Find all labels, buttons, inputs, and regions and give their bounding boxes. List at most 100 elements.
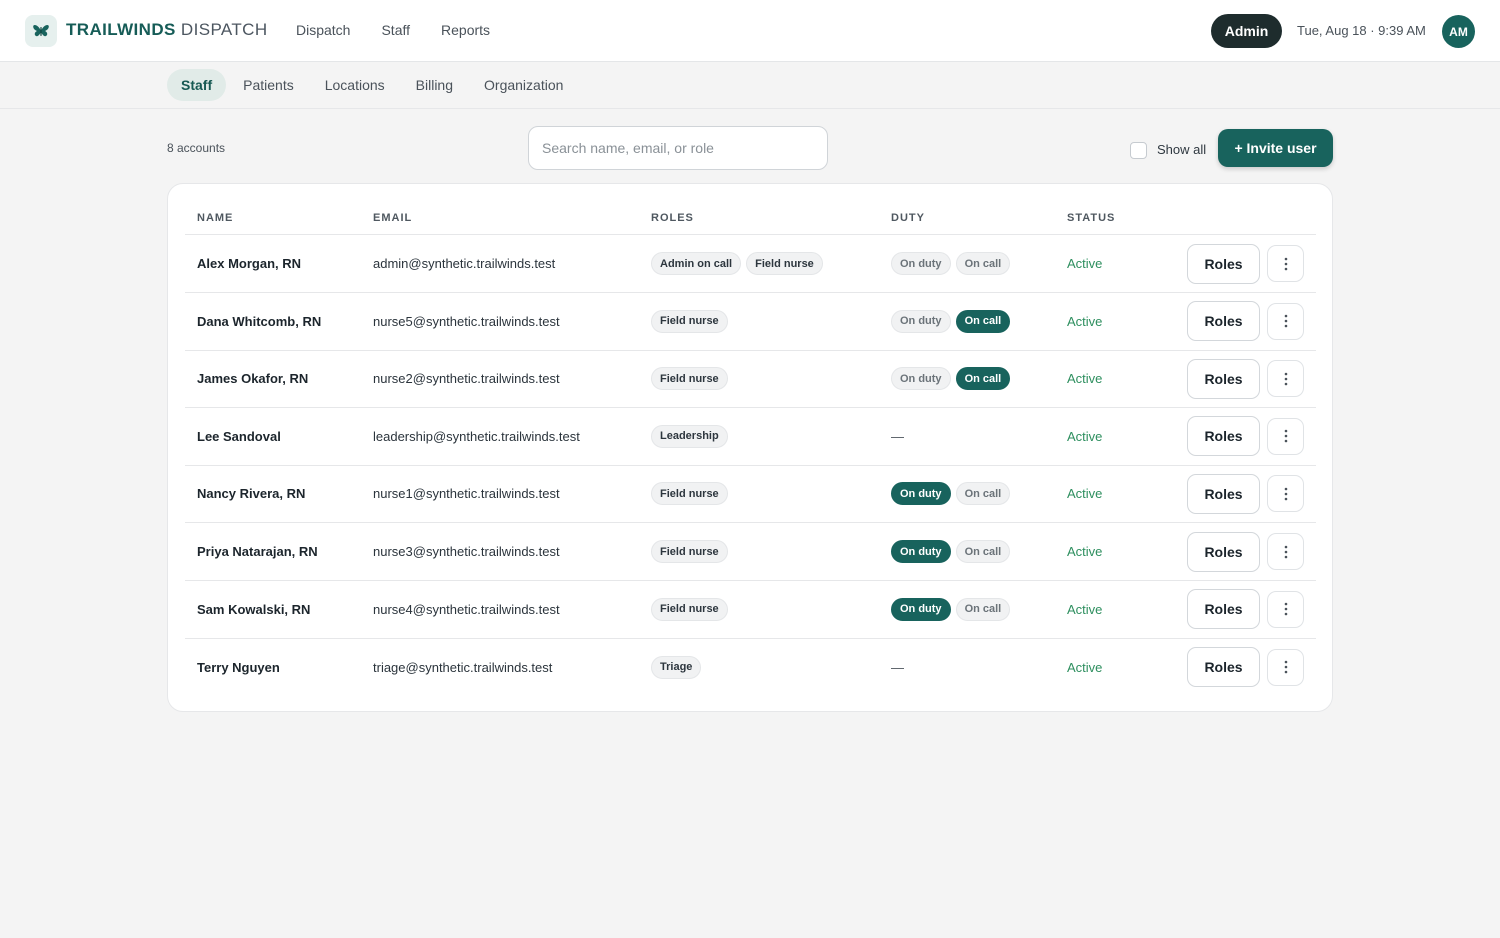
column-header-status[interactable]: STATUS — [1067, 212, 1115, 224]
role-chip: Leadership — [651, 424, 728, 448]
tab-organization[interactable]: Organization — [470, 69, 577, 101]
table-row[interactable]: Terry Nguyen triage@synthetic.trailwinds.… — [185, 638, 1316, 696]
tab-patients[interactable]: Patients — [229, 69, 308, 101]
kebab-menu-icon[interactable] — [1267, 475, 1304, 513]
on-call-toggle[interactable]: On call — [955, 309, 1011, 333]
duty-toggles: On duty On call — [891, 465, 1011, 522]
roles-button[interactable]: Roles — [1187, 473, 1260, 514]
nav-reports[interactable]: Reports — [441, 22, 490, 38]
roles-button[interactable]: Roles — [1187, 358, 1260, 399]
roles-button[interactable]: Roles — [1187, 531, 1260, 572]
status-badge: Active — [1067, 601, 1103, 617]
nav-dispatch[interactable]: Dispatch — [296, 22, 350, 38]
table-row[interactable]: James Okafor, RN nurse2@synthetic.trailwi… — [185, 350, 1316, 409]
on-duty-toggle[interactable]: On duty — [891, 367, 951, 391]
staff-email: nurse1@synthetic.trailwinds.test — [373, 486, 560, 502]
on-call-toggle[interactable]: On call — [955, 540, 1011, 563]
brand-secondary: DISPATCH — [180, 20, 268, 39]
staff-email: admin@synthetic.trailwinds.test — [373, 256, 556, 271]
kebab-menu-icon[interactable] — [1267, 648, 1304, 686]
row-actions: Roles — [1187, 465, 1304, 522]
staff-name: Lee Sandoval — [197, 428, 281, 444]
kebab-menu-icon[interactable] — [1267, 533, 1304, 570]
search-input[interactable] — [528, 126, 828, 170]
roles-button[interactable]: Roles — [1187, 301, 1260, 342]
role-chip: Field nurse — [651, 540, 728, 563]
row-actions: Roles — [1187, 581, 1304, 638]
on-duty-toggle[interactable]: On duty — [891, 482, 951, 506]
role-chip: Field nurse — [746, 252, 823, 275]
status-badge: Active — [1067, 659, 1103, 675]
on-call-toggle[interactable]: On call — [955, 367, 1011, 391]
duty-toggles: — — [891, 638, 904, 696]
on-duty-toggle[interactable]: On duty — [891, 597, 951, 621]
avatar[interactable]: AM — [1442, 15, 1475, 48]
on-call-toggle[interactable]: On call — [955, 597, 1011, 621]
status-badge: Active — [1067, 313, 1103, 329]
status-badge: Active — [1067, 544, 1103, 559]
row-actions: Roles — [1187, 350, 1304, 407]
invite-user-button[interactable]: + Invite user — [1218, 129, 1333, 167]
staff-email: nurse3@synthetic.trailwinds.test — [373, 544, 560, 559]
role-chips: Field nurse — [651, 465, 728, 522]
row-actions: Roles — [1187, 235, 1304, 292]
role-chip: Field nurse — [651, 597, 728, 621]
status-badge: Active — [1067, 428, 1103, 444]
butterfly-icon[interactable] — [25, 15, 57, 47]
role-chips: Field nurse — [651, 523, 728, 580]
on-call-toggle[interactable]: On call — [955, 482, 1011, 506]
row-actions: Roles — [1187, 293, 1304, 350]
role-chip: Field nurse — [651, 309, 728, 333]
table-row[interactable]: Lee Sandoval leadership@synthetic.trailwi… — [185, 408, 1316, 466]
row-actions: Roles — [1187, 408, 1304, 465]
show-all-toggle[interactable]: Show all — [1130, 140, 1206, 159]
duty-empty: — — [891, 659, 904, 675]
kebab-menu-icon[interactable] — [1267, 417, 1304, 455]
kebab-menu-icon[interactable] — [1267, 245, 1304, 282]
table-row[interactable]: Dana Whitcomb, RN nurse5@synthetic.trailw… — [185, 293, 1316, 351]
table-row[interactable]: Sam Kowalski, RN nurse4@synthetic.trailwi… — [185, 581, 1316, 639]
column-header-duty[interactable]: DUTY — [891, 212, 925, 224]
table-row[interactable]: Alex Morgan, RN admin@synthetic.trailwind… — [185, 235, 1316, 293]
staff-email: nurse5@synthetic.trailwinds.test — [373, 313, 560, 329]
kebab-menu-icon[interactable] — [1267, 590, 1304, 628]
main-nav: Dispatch Staff Reports — [296, 22, 490, 38]
table-row[interactable]: Nancy Rivera, RN nurse1@synthetic.trailwi… — [185, 465, 1316, 524]
roles-button[interactable]: Roles — [1187, 647, 1260, 688]
nav-staff[interactable]: Staff — [381, 22, 410, 38]
staff-email: nurse2@synthetic.trailwinds.test — [373, 371, 560, 387]
status-badge: Active — [1067, 371, 1103, 387]
account-count: 8 accounts — [167, 141, 226, 155]
table-header: NAME EMAIL ROLES DUTY STATUS — [185, 184, 1316, 235]
staff-name: Terry Nguyen — [197, 659, 280, 675]
role-chip: Triage — [651, 655, 702, 679]
table-row[interactable]: Priya Natarajan, RN nurse3@synthetic.trai… — [185, 523, 1316, 581]
roles-button[interactable]: Roles — [1187, 589, 1260, 630]
staff-name: Alex Morgan, RN — [197, 256, 302, 271]
column-header-name[interactable]: NAME — [197, 212, 233, 224]
current-datetime: Tue, Aug 18 · 9:39 AM — [1297, 23, 1426, 38]
role-chip: Field nurse — [651, 367, 728, 391]
top-bar: TRAILWINDS DISPATCH Dispatch Staff Repor… — [0, 0, 1500, 62]
kebab-menu-icon[interactable] — [1267, 360, 1304, 398]
checkbox-icon[interactable] — [1130, 142, 1147, 159]
role-chips: Field nurse — [651, 350, 728, 407]
role-chip: Admin on call — [651, 252, 742, 275]
column-header-email[interactable]: EMAIL — [373, 212, 412, 224]
role-badge[interactable]: Admin — [1211, 14, 1282, 48]
roles-button[interactable]: Roles — [1187, 416, 1260, 457]
column-header-roles[interactable]: ROLES — [651, 212, 694, 224]
tab-staff[interactable]: Staff — [167, 69, 227, 101]
on-duty-toggle[interactable]: On duty — [891, 252, 951, 275]
tab-locations[interactable]: Locations — [311, 69, 399, 101]
on-duty-toggle[interactable]: On duty — [891, 309, 951, 333]
on-duty-toggle[interactable]: On duty — [891, 540, 951, 563]
staff-name: James Okafor, RN — [197, 371, 309, 387]
on-call-toggle[interactable]: On call — [955, 252, 1011, 275]
role-chip: Field nurse — [651, 482, 728, 506]
staff-email: leadership@synthetic.trailwinds.test — [373, 428, 580, 444]
roles-button[interactable]: Roles — [1187, 243, 1260, 284]
brand-name[interactable]: TRAILWINDS DISPATCH — [66, 20, 268, 40]
kebab-menu-icon[interactable] — [1267, 302, 1304, 340]
tab-billing[interactable]: Billing — [402, 69, 467, 101]
